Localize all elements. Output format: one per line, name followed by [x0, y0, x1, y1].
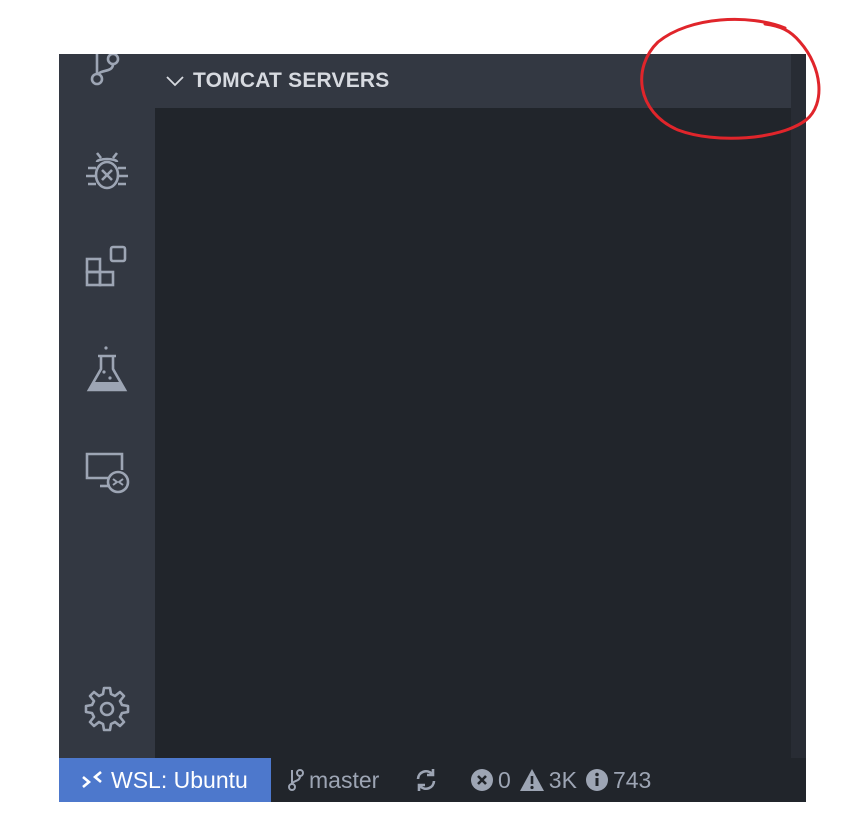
branch-name: master [309, 766, 380, 793]
panel-title: TOMCAT SERVERS [193, 69, 390, 92]
info-count: 743 [612, 766, 652, 793]
status-bar: WSL: Ubuntu master 0 3K 743 [59, 758, 806, 802]
problems-indicator[interactable]: 0 3K 743 [470, 758, 651, 802]
chevron-down-icon [166, 76, 184, 87]
remote-indicator[interactable]: WSL: Ubuntu [59, 758, 271, 802]
gear-icon[interactable] [79, 681, 135, 737]
remote-explorer-icon[interactable] [79, 443, 135, 499]
scrollbar[interactable] [791, 54, 806, 758]
branch-indicator[interactable]: master [287, 758, 379, 802]
warning-count: 3K [548, 766, 577, 793]
activity-bar [59, 54, 155, 758]
git-branch-icon [288, 769, 304, 791]
testing-icon[interactable] [79, 341, 135, 397]
warning-icon [519, 769, 544, 791]
error-count: 0 [498, 766, 511, 793]
sidebar: TOMCAT SERVERS [155, 54, 791, 758]
debug-icon[interactable] [79, 143, 135, 199]
info-icon [585, 769, 608, 791]
error-icon [471, 769, 493, 791]
source-control-icon[interactable] [79, 54, 135, 104]
vscode-window: TOMCAT SERVERS WSL: Ubuntu master 0 3K 7… [59, 54, 806, 802]
remote-label: WSL: Ubuntu [111, 766, 248, 793]
sync-icon [416, 769, 436, 791]
extensions-icon[interactable] [79, 239, 135, 295]
tomcat-servers-panel-header[interactable]: TOMCAT SERVERS [155, 54, 791, 108]
tomcat-servers-list [155, 108, 791, 758]
remote-icon [82, 771, 102, 788]
sync-button[interactable] [413, 758, 439, 802]
